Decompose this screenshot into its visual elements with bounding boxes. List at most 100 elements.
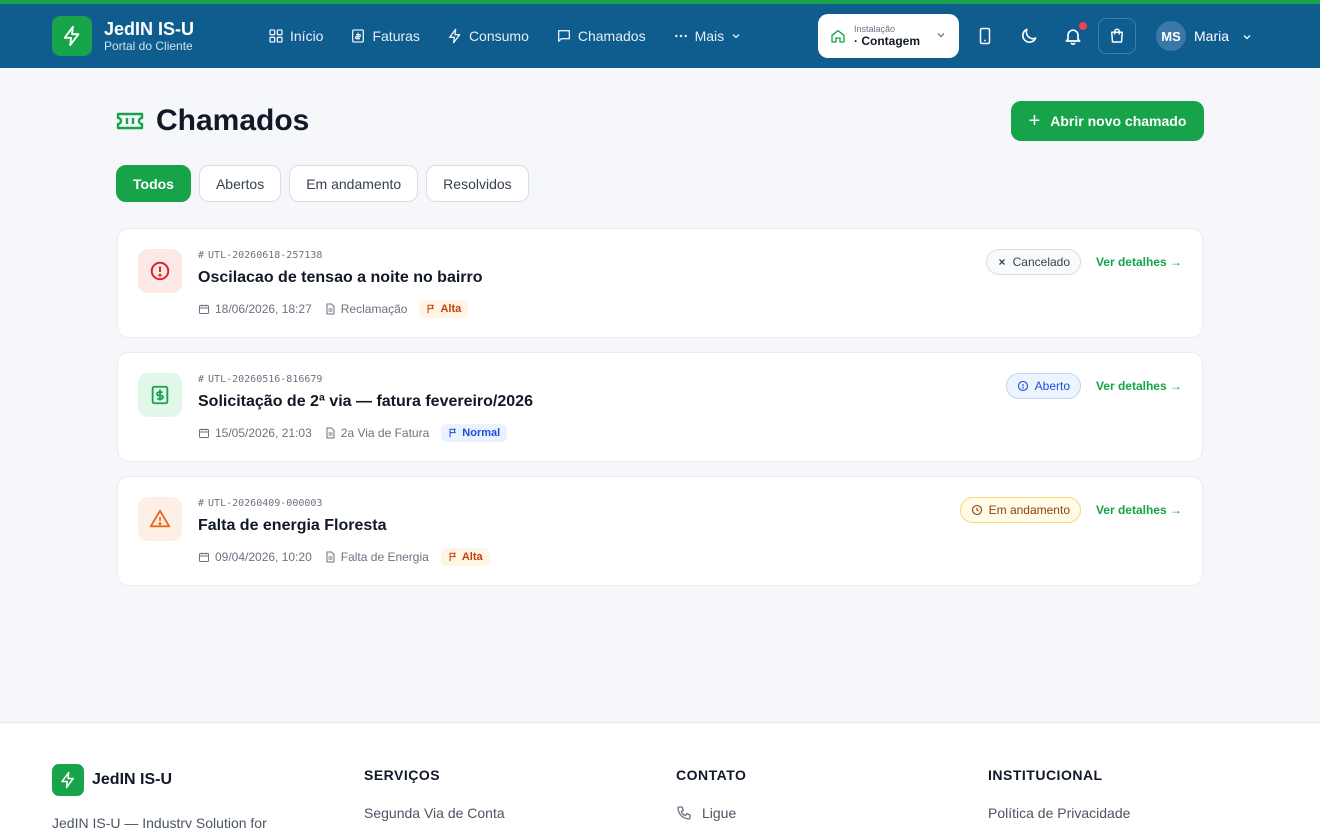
- theme-toggle-button[interactable]: [1017, 24, 1041, 48]
- ticket-type: Falta de Energia: [340, 550, 429, 564]
- footer-link[interactable]: Política de Privacidade: [988, 805, 1130, 821]
- page-title: Chamados: [156, 104, 310, 137]
- nav-inicio[interactable]: Início: [268, 28, 323, 44]
- document-icon: [326, 551, 335, 563]
- footer-brand[interactable]: JedIN IS-U: [52, 764, 172, 796]
- calendar-icon: [199, 304, 209, 314]
- nav-consumo[interactable]: Consumo: [447, 28, 529, 44]
- nav-label: Chamados: [577, 28, 646, 44]
- nav-faturas[interactable]: Faturas: [350, 28, 420, 44]
- alert-circle-icon: [138, 249, 182, 293]
- ticket-meta: 15/05/2026, 21:03 2a Via de Fatura Norma…: [198, 424, 508, 442]
- smartphone-icon: [979, 27, 991, 45]
- clock-icon: [971, 504, 982, 516]
- status-filters: Todos Abertos Em andamento Resolvidos: [116, 165, 537, 202]
- nav-chamados[interactable]: Chamados: [556, 28, 646, 44]
- chevron-down-icon[interactable]: [1241, 31, 1253, 43]
- status-badge: Em andamento: [959, 497, 1081, 523]
- hash-icon: #: [198, 250, 205, 261]
- footer-column-institucional: INSTITUCIONAL Política de Privacidade: [988, 767, 1130, 821]
- info-circle-icon: [1017, 380, 1028, 392]
- main-nav: Início Faturas Consumo Chamados Mais: [268, 4, 769, 68]
- shopping-bag-icon: [1111, 28, 1123, 43]
- nav-label: Faturas: [372, 28, 420, 44]
- user-avatar[interactable]: MS: [1156, 21, 1186, 51]
- installation-label: Instalação: [854, 24, 896, 34]
- chevron-down-icon: [732, 34, 740, 39]
- ticket-icon: [116, 112, 144, 130]
- page-header: Chamados: [116, 104, 309, 138]
- ticket-title: Solicitação de 2ª via — fatura fevereiro…: [198, 393, 533, 410]
- bolt-icon: [448, 28, 461, 44]
- nav-label: Início: [290, 28, 324, 44]
- filter-abertos[interactable]: Abertos: [198, 165, 282, 202]
- footer-column-servicos: SERVIÇOS Segunda Via de Conta: [364, 767, 505, 821]
- user-name[interactable]: Maria: [1194, 28, 1229, 44]
- ticket-id: # UTL-20260618-257138: [198, 250, 323, 261]
- ticket-date: 09/04/2026, 10:20: [215, 550, 312, 564]
- footer-brand-name: JedIN IS-U: [92, 771, 173, 788]
- ticket-type: Reclamação: [340, 302, 408, 316]
- priority-badge: Normal: [441, 424, 508, 442]
- hash-icon: #: [198, 374, 205, 385]
- ticket-date: 18/06/2026, 18:27: [215, 302, 312, 316]
- document-icon: [326, 427, 335, 439]
- top-navbar: JedIN IS-U Portal do Cliente Início Fatu…: [0, 4, 1320, 68]
- ticket-title: Oscilacao de tensao a noite no bairro: [198, 269, 483, 286]
- phone-icon: [677, 806, 691, 820]
- receipt-icon: [352, 29, 365, 43]
- priority-badge: Alta: [440, 548, 490, 566]
- cart-button[interactable]: [1098, 18, 1136, 54]
- footer-link-phone[interactable]: Ligue: [676, 805, 746, 821]
- footer-column-title: INSTITUCIONAL: [988, 767, 1103, 783]
- notification-dot: [1079, 22, 1087, 30]
- nav-label: Mais: [694, 28, 725, 44]
- view-details-link[interactable]: Ver detalhes →: [1096, 503, 1182, 517]
- status-badge: Aberto: [1005, 373, 1081, 399]
- ticket-id: # UTL-20260409-000003: [198, 498, 323, 509]
- brand-name: JedIN IS-U: [104, 19, 195, 39]
- ticket-meta: 09/04/2026, 10:20 Falta de Energia Alta: [198, 548, 490, 566]
- footer-link[interactable]: Segunda Via de Conta: [364, 805, 505, 821]
- document-icon: [326, 303, 335, 315]
- new-ticket-button[interactable]: + Abrir novo chamado: [1011, 101, 1204, 141]
- nav-mais[interactable]: Mais: [673, 28, 743, 44]
- dollar-receipt-icon: [138, 373, 182, 417]
- message-icon: [557, 30, 570, 42]
- more-icon: [674, 34, 687, 38]
- footer-column-contato: CONTATO Ligue: [676, 767, 746, 821]
- flag-icon: [449, 428, 457, 438]
- view-details-link[interactable]: Ver detalhes →: [1096, 379, 1182, 393]
- calendar-icon: [199, 552, 209, 562]
- footer-column-title: CONTATO: [676, 767, 747, 783]
- bolt-logo-icon: [52, 764, 84, 796]
- home-icon: [831, 30, 845, 43]
- footer-description: JedIN IS-U — Industry Solution for: [52, 815, 267, 828]
- filter-resolvidos[interactable]: Resolvidos: [426, 165, 529, 202]
- moon-icon: [1022, 28, 1037, 43]
- new-ticket-label: Abrir novo chamado: [1050, 113, 1187, 129]
- site-footer: JedIN IS-U JedIN IS-U — Industry Solutio…: [0, 722, 1320, 828]
- filter-todos[interactable]: Todos: [116, 165, 191, 202]
- calendar-icon: [199, 428, 209, 438]
- installation-selector[interactable]: Instalação · Contagem: [818, 14, 959, 58]
- ticket-meta: 18/06/2026, 18:27 Reclamação Alta: [198, 300, 469, 318]
- filter-em-andamento[interactable]: Em andamento: [289, 165, 419, 202]
- hash-icon: #: [198, 498, 205, 509]
- grid-icon: [269, 29, 283, 43]
- ticket-card[interactable]: # UTL-20260409-000003 Falta de energia Fl…: [117, 476, 1203, 586]
- ticket-card[interactable]: # UTL-20260618-257138 Oscilacao de tensao…: [117, 228, 1203, 338]
- brand-subtitle: Portal do Cliente: [104, 39, 193, 53]
- priority-badge: Alta: [419, 300, 469, 318]
- status-badge: Cancelado: [985, 249, 1081, 275]
- brand[interactable]: JedIN IS-U Portal do Cliente: [52, 16, 194, 56]
- ticket-card[interactable]: # UTL-20260516-816679 Solicitação de 2ª v…: [117, 352, 1203, 462]
- view-details-link[interactable]: Ver detalhes →: [1096, 255, 1182, 269]
- mobile-app-button[interactable]: [973, 24, 997, 48]
- ticket-title: Falta de energia Floresta: [198, 517, 387, 534]
- warning-triangle-icon: [138, 497, 182, 541]
- flag-icon: [449, 552, 456, 562]
- arrow-right-icon: →: [1170, 379, 1182, 393]
- arrow-right-icon: →: [1170, 255, 1182, 269]
- nav-label: Consumo: [468, 28, 529, 44]
